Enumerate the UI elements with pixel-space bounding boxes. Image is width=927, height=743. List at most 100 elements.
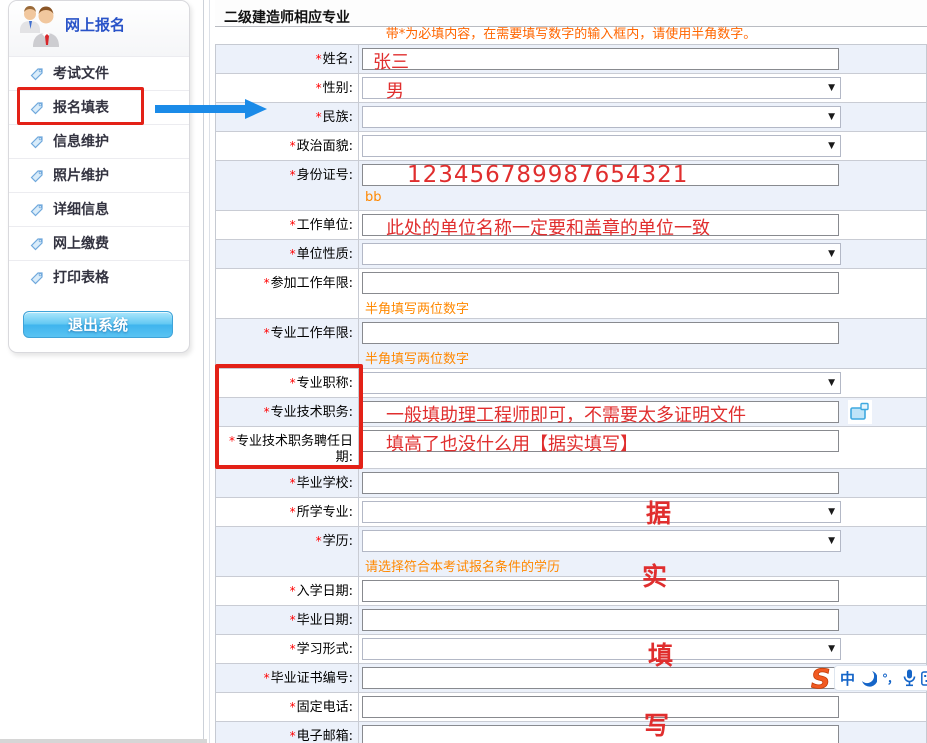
ime-toolbar: S 中 °， — [810, 663, 927, 693]
graduate-school-input[interactable] — [362, 472, 839, 494]
email-input[interactable] — [362, 725, 839, 743]
sidebar-item-info-maintenance[interactable]: 信息维护 — [9, 124, 189, 158]
form-row: *专业职称: ▼ — [216, 369, 926, 398]
field-label-text: 政治面貌: — [297, 139, 353, 154]
form-row: *参加工作年限: 半角填写两位数字 — [216, 269, 926, 319]
field-label-text: 身份证号: — [297, 168, 353, 183]
required-asterisk: * — [264, 276, 270, 290]
tag-icon — [30, 237, 44, 251]
field-cell: ▼ — [359, 635, 926, 663]
education-select[interactable]: ▼ — [362, 530, 841, 552]
work-unit-input[interactable] — [362, 214, 839, 236]
required-asterisk: * — [290, 168, 296, 182]
field-label: *毕业学校: — [216, 469, 359, 497]
microphone-icon[interactable] — [903, 669, 916, 687]
field-label: *学历: — [216, 527, 359, 576]
form-row: *专业工作年限:半角填写两位数字 — [216, 319, 926, 369]
tag-icon — [30, 203, 44, 217]
sidebar-item-registration-form[interactable]: 报名填表 — [9, 90, 189, 124]
name-input[interactable] — [362, 48, 839, 70]
form-row: *姓名:张三 — [216, 45, 926, 74]
field-label-text: 专业职称: — [297, 376, 353, 391]
divider-line — [209, 0, 210, 743]
form-row: *毕业学校: — [216, 469, 926, 498]
field-label-text: 毕业证书编号: — [271, 671, 353, 686]
political-status-select[interactable]: ▼ — [362, 135, 841, 157]
diploma-number-input[interactable] — [362, 667, 839, 689]
id-number-input[interactable] — [362, 164, 839, 186]
moon-icon[interactable] — [860, 670, 877, 687]
main-content: 二级建造师相应专业 带*为必填内容，在需要填写数字的输入框内，请使用半角数字。 … — [215, 0, 927, 743]
sidebar-item-photo-maintenance[interactable]: 照片维护 — [9, 158, 189, 192]
field-note: 半角填写两位数字 — [365, 298, 926, 317]
study-form-select[interactable]: ▼ — [362, 638, 841, 660]
sidebar-item-online-payment[interactable]: 网上缴费 — [9, 226, 189, 260]
required-asterisk: * — [229, 434, 235, 448]
sidebar-item-detail-info[interactable]: 详细信息 — [9, 192, 189, 226]
field-label: *工作单位: — [216, 211, 359, 239]
punctuation-icon[interactable]: °， — [882, 670, 898, 687]
chinese-mode-icon[interactable]: 中 — [840, 668, 855, 689]
open-window-icon[interactable] — [848, 400, 872, 424]
page: 网上报名 考试文件 报名填表 信息维护 照片维护 详细信息 — [0, 0, 927, 743]
field-label: *电子邮箱: — [216, 722, 359, 743]
landline-phone-input[interactable] — [362, 696, 839, 718]
required-asterisk: * — [316, 81, 322, 95]
field-label: *专业技术职务: — [216, 398, 359, 426]
field-cell — [359, 577, 926, 605]
field-label-text: 民族: — [323, 110, 353, 125]
field-label-text: 电子邮箱: — [297, 729, 353, 743]
field-cell: 填高了也没什么用【据实填写】 — [359, 427, 926, 468]
form-row: *单位性质:▼ — [216, 240, 926, 269]
gender-select[interactable]: ▼ — [362, 77, 841, 99]
field-label: *毕业证书编号: — [216, 664, 359, 692]
sidebar-item-label: 网上缴费 — [53, 227, 109, 261]
divider-line — [203, 0, 204, 743]
required-asterisk: * — [290, 476, 296, 490]
work-years-input[interactable] — [362, 272, 839, 294]
professional-title-select[interactable]: ▼ — [362, 372, 841, 394]
field-cell: ▼男 — [359, 74, 926, 102]
sidebar-item-label: 详细信息 — [53, 193, 109, 227]
required-asterisk: * — [290, 505, 296, 519]
sogou-logo-icon[interactable]: S — [810, 664, 835, 693]
ethnicity-select[interactable]: ▼ — [362, 106, 841, 128]
logout-button[interactable]: 退出系统 — [23, 311, 173, 338]
sidebar-item-exam-files[interactable]: 考试文件 — [9, 56, 189, 90]
required-asterisk: * — [290, 642, 296, 656]
registration-form: *姓名:张三*性别:▼男*民族:▼*政治面貌:▼*身份证号:bb12345678… — [215, 44, 927, 743]
major-select[interactable]: ▼ — [362, 501, 841, 523]
required-asterisk: * — [290, 613, 296, 627]
field-label-text: 专业工作年限: — [271, 326, 353, 341]
post-appointment-date-input[interactable] — [362, 430, 839, 452]
field-label-text: 专业技术职务聘任日期: — [236, 434, 353, 465]
form-row: *固定电话: — [216, 693, 926, 722]
field-label-text: 性别: — [323, 81, 353, 96]
required-asterisk: * — [290, 376, 296, 390]
sidebar-item-label: 打印表格 — [53, 261, 109, 295]
chevron-down-icon: ▼ — [828, 141, 835, 151]
required-asterisk: * — [290, 247, 296, 261]
tag-icon — [30, 271, 44, 285]
form-row: *政治面貌:▼ — [216, 132, 926, 161]
graduation-date-input[interactable] — [362, 609, 839, 631]
field-cell: ▼ 请选择符合本考试报名条件的学历 — [359, 527, 926, 576]
required-asterisk: * — [316, 110, 322, 124]
field-cell — [359, 469, 926, 497]
required-asterisk: * — [264, 405, 270, 419]
field-cell — [359, 606, 926, 634]
field-label-text: 固定电话: — [297, 700, 353, 715]
field-cell — [359, 722, 926, 743]
sidebar-header: 网上报名 — [9, 1, 189, 56]
sidebar-item-print-forms[interactable]: 打印表格 — [9, 260, 189, 294]
required-asterisk: * — [290, 729, 296, 743]
keyboard-icon[interactable] — [921, 671, 927, 686]
field-note: 请选择符合本考试报名条件的学历 — [365, 556, 926, 575]
sidebar-item-label: 信息维护 — [53, 125, 109, 159]
major-work-years-input[interactable] — [362, 322, 839, 344]
enrollment-date-input[interactable] — [362, 580, 839, 602]
unit-type-select[interactable]: ▼ — [362, 243, 841, 265]
field-label: *参加工作年限: — [216, 269, 359, 318]
technical-post-input[interactable] — [362, 401, 839, 423]
chevron-down-icon: ▼ — [828, 507, 835, 517]
